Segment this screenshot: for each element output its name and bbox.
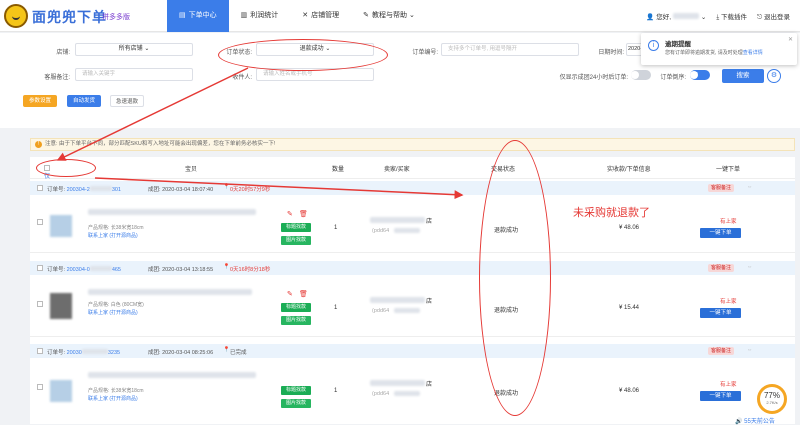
annotation-text: 未采购就退款了 [573,206,650,219]
speed-widget[interactable]: 77% 2.7K/s [757,384,787,414]
annotation-arrows [56,67,464,200]
speaker-icon: 🔊 [735,419,743,425]
